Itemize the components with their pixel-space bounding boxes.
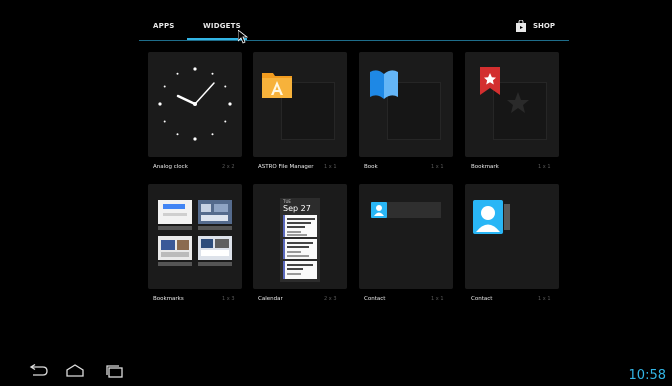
- widget-tab-bar: APPS WIDGETS SHOP: [139, 14, 569, 41]
- home-icon[interactable]: [64, 364, 86, 378]
- shop-label: SHOP: [533, 22, 555, 30]
- bookmark-ribbon-icon: [480, 67, 500, 95]
- widget-name: Book: [364, 164, 378, 170]
- widget-size: 1 x 1: [538, 296, 551, 302]
- widget-size: 2 x 3: [324, 296, 337, 302]
- calendar-widget-body: TUE Sep 27: [280, 198, 320, 282]
- shopping-bag-icon: [515, 19, 527, 32]
- widget-name: Contact: [364, 296, 386, 302]
- widget-name: Bookmark: [471, 164, 499, 170]
- widget-preview-calendar[interactable]: TUE Sep 27: [253, 184, 347, 289]
- mouse-pointer-icon: [238, 30, 248, 44]
- widget-preview-astro-file-manager[interactable]: [253, 52, 347, 157]
- contact-card-icon: [473, 200, 510, 234]
- tab-widgets[interactable]: WIDGETS: [203, 22, 241, 30]
- shop-button[interactable]: SHOP: [515, 19, 555, 33]
- bookmarks-thumbnails-icon: [158, 200, 232, 266]
- widget-size: 1 x 1: [431, 164, 444, 170]
- widget-name: Analog clock: [153, 164, 188, 170]
- back-icon[interactable]: [28, 364, 50, 378]
- widget-preview-contact-large[interactable]: [465, 184, 559, 289]
- widget-size: 1 x 1: [431, 296, 444, 302]
- widget-preview-book[interactable]: [359, 52, 453, 157]
- tab-apps[interactable]: APPS: [153, 22, 175, 30]
- status-clock[interactable]: 10:58: [629, 368, 666, 383]
- analog-clock-icon: [158, 67, 232, 141]
- calendar-date: Sep 27: [283, 204, 311, 213]
- system-navigation-bar: [0, 356, 672, 386]
- book-icon: [370, 70, 398, 99]
- widget-size: 1 x 1: [538, 164, 551, 170]
- widget-size: 2 x 2: [222, 164, 235, 170]
- star-ghost-icon: [507, 92, 529, 113]
- widget-name: Calendar: [258, 296, 283, 302]
- calendar-event-card: [283, 215, 317, 237]
- recent-apps-icon[interactable]: [104, 364, 126, 378]
- widget-preview-bookmark[interactable]: [465, 52, 559, 157]
- widget-preview-bookmarks[interactable]: [148, 184, 242, 289]
- calendar-event-card: [283, 239, 317, 259]
- astro-folder-icon: [262, 73, 292, 98]
- widget-size: 1 x 1: [324, 164, 337, 170]
- widget-name: Contact: [471, 296, 493, 302]
- widget-name: ASTRO File Manager: [258, 164, 314, 170]
- widget-preview-analog-clock[interactable]: [148, 52, 242, 157]
- contact-card-icon: [371, 202, 387, 218]
- widget-preview-contact[interactable]: [359, 184, 453, 289]
- calendar-event-card: [283, 261, 317, 279]
- tab-bar-divider: [139, 40, 569, 41]
- widget-size: 1 x 3: [222, 296, 235, 302]
- widget-name: Bookmarks: [153, 296, 184, 302]
